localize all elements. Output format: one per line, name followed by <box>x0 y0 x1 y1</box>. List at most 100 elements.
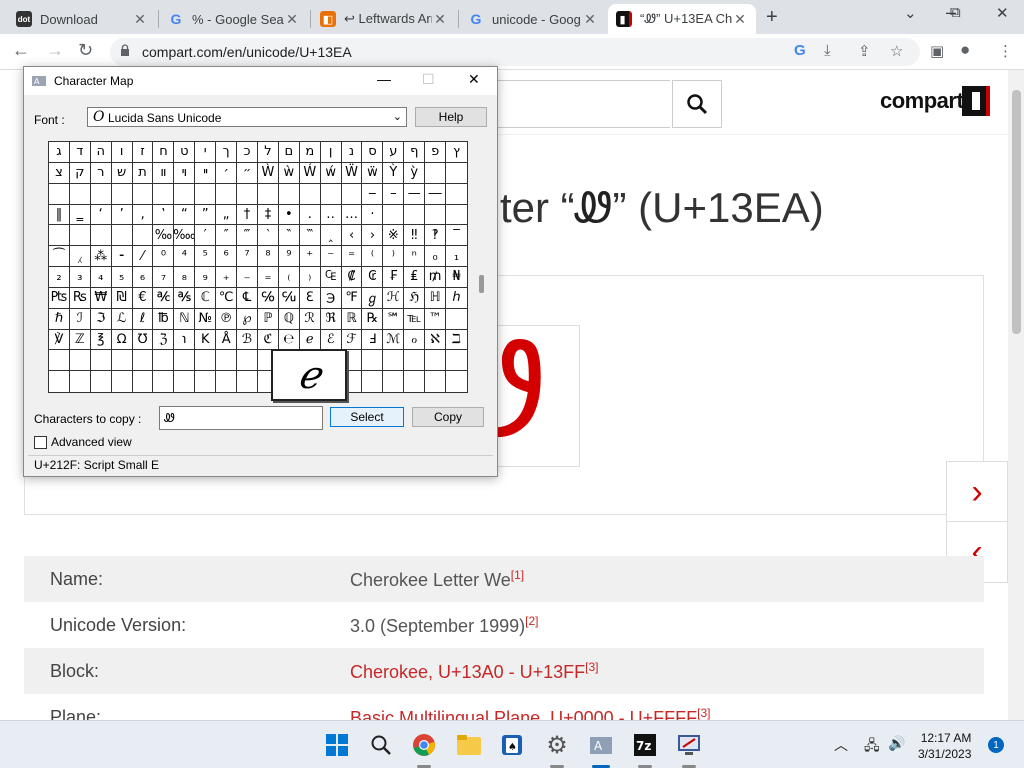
character-cell[interactable]: ‗ <box>69 204 91 226</box>
character-cell[interactable]: ₨ <box>69 287 91 309</box>
character-cell[interactable] <box>362 371 384 392</box>
reference-link[interactable]: [3] <box>697 706 710 720</box>
taskbar-screen-tool[interactable] <box>675 731 703 759</box>
character-cell[interactable]: ℧ <box>132 329 154 351</box>
character-cell[interactable]: ⁁ <box>69 246 91 267</box>
character-cell[interactable]: ₥ <box>425 267 447 288</box>
character-cell[interactable] <box>237 350 258 372</box>
character-cell[interactable] <box>111 225 133 247</box>
character-cell[interactable] <box>111 350 133 372</box>
character-cell[interactable] <box>69 350 91 372</box>
character-cell[interactable] <box>174 350 196 372</box>
close-tab-icon[interactable]: ✕ <box>732 11 748 28</box>
tab-search-icon[interactable]: ⌄ <box>904 4 917 22</box>
tab-leftwards-arrow[interactable]: ◧ ↩ Leftwards Arr ✕ <box>312 4 456 34</box>
character-cell[interactable]: ⁄ <box>132 246 154 267</box>
character-cell[interactable]: ⁰ <box>153 246 175 267</box>
minimize-button[interactable]: — <box>377 71 391 87</box>
character-cell[interactable] <box>132 350 154 372</box>
character-cell[interactable]: ץ <box>446 142 467 163</box>
character-cell[interactable]: ℐ <box>69 308 91 330</box>
character-cell[interactable]: Ỳ <box>383 162 405 184</box>
character-cell[interactable]: K <box>195 329 217 351</box>
character-cell[interactable]: ל <box>257 142 279 163</box>
character-cell[interactable]: ℈ <box>320 287 342 309</box>
character-cell[interactable]: ‡ <box>257 204 279 226</box>
character-cell[interactable]: ※ <box>383 225 405 247</box>
character-cell[interactable]: ₍ <box>278 267 300 288</box>
character-cell[interactable] <box>216 183 238 205</box>
character-cell[interactable] <box>49 225 70 247</box>
character-cell[interactable]: ‷ <box>299 225 321 247</box>
character-cell[interactable] <box>195 183 217 205</box>
character-cell[interactable]: ™ <box>425 308 447 330</box>
character-cell[interactable]: ℳ <box>383 329 405 351</box>
character-cell[interactable]: ‚ <box>132 204 154 226</box>
character-cell[interactable]: ― <box>425 183 447 205</box>
character-cell[interactable] <box>237 183 258 205</box>
character-cell[interactable]: ℛ <box>299 308 321 330</box>
character-cell[interactable]: ℜ <box>320 308 342 330</box>
character-cell[interactable]: ℑ <box>90 308 112 330</box>
character-cell[interactable]: ℗ <box>216 308 238 330</box>
site-search-button[interactable] <box>672 80 722 128</box>
character-cell[interactable]: מ <box>299 142 321 163</box>
reload-icon[interactable]: ↻ <box>78 40 93 61</box>
character-cell[interactable]: ם <box>278 142 300 163</box>
character-cell[interactable]: ‒ <box>362 183 384 205</box>
compart-logo[interactable]: compart <box>880 88 964 114</box>
character-cell[interactable] <box>299 183 321 205</box>
character-cell[interactable]: ‼ <box>404 225 426 247</box>
volume-icon[interactable]: 🔊 <box>888 735 905 752</box>
profile-avatar-icon[interactable]: ● <box>960 40 970 60</box>
character-cell[interactable]: ₆ <box>132 267 154 288</box>
character-cell[interactable]: ⁼ <box>341 246 363 267</box>
character-cell[interactable]: ⁹ <box>278 246 300 267</box>
character-cell[interactable]: ₈ <box>174 267 196 288</box>
character-cell[interactable]: ‵ <box>257 225 279 247</box>
side-panel-icon[interactable]: ▣ <box>930 42 944 60</box>
character-cell[interactable]: ℴ <box>404 329 426 351</box>
character-cell[interactable]: ℏ <box>49 308 70 330</box>
character-cell[interactable]: ℶ <box>446 330 467 351</box>
character-cell[interactable]: ℇ <box>299 287 321 309</box>
start-button[interactable] <box>323 731 351 759</box>
character-cell[interactable]: ⁀ <box>49 246 70 267</box>
character-cell[interactable]: ⁷ <box>237 246 258 267</box>
character-cell[interactable] <box>383 204 405 226</box>
character-cell[interactable]: ℞ <box>362 308 384 330</box>
character-cell[interactable] <box>49 371 70 392</box>
character-cell[interactable] <box>153 371 175 392</box>
character-cell[interactable]: ℬ <box>237 329 258 351</box>
character-cell[interactable]: Å <box>216 329 238 351</box>
character-cell[interactable]: ⁂ <box>90 246 112 267</box>
show-hidden-icons-chevron-icon[interactable]: ︿ <box>834 735 848 755</box>
character-cell[interactable]: ₄ <box>90 267 112 288</box>
tab-download[interactable]: dot Download ✕ <box>8 4 156 34</box>
character-cell[interactable] <box>446 205 467 226</box>
character-cell[interactable]: ⁿ <box>404 246 426 267</box>
character-cell[interactable]: ₡ <box>341 267 363 288</box>
character-cell[interactable] <box>195 371 217 392</box>
character-cell[interactable]: ר <box>90 162 112 184</box>
character-cell[interactable]: ‸ <box>320 225 342 247</box>
character-cell[interactable]: ‧ <box>362 204 384 226</box>
character-cell[interactable]: ⁸ <box>257 246 279 267</box>
character-cell[interactable]: ח <box>153 142 175 163</box>
character-cell[interactable]: › <box>362 225 384 247</box>
checkbox-box[interactable] <box>34 435 47 449</box>
select-button[interactable]: Select <box>330 407 404 427</box>
character-cell[interactable]: ℆ <box>278 287 300 309</box>
tab-u13ea-active[interactable]: ▮ “Ꮺ” U+13EA Ch ✕ <box>608 4 756 34</box>
character-cell[interactable]: ℙ <box>257 308 279 330</box>
character-map-titlebar[interactable]: A Character Map — ☐ ✕ <box>24 67 497 95</box>
font-select[interactable]: O Lucida Sans Unicode ⌄ <box>87 107 407 127</box>
character-cell[interactable]: ת <box>132 162 154 184</box>
character-cell[interactable]: № <box>195 308 217 330</box>
character-cell[interactable]: ₀ <box>425 246 447 267</box>
close-tab-icon[interactable]: ✕ <box>284 11 300 28</box>
character-cell[interactable]: Ω <box>111 329 133 351</box>
character-cell[interactable]: ‶ <box>278 225 300 247</box>
character-cell[interactable] <box>425 162 447 184</box>
character-cell[interactable] <box>90 350 112 372</box>
